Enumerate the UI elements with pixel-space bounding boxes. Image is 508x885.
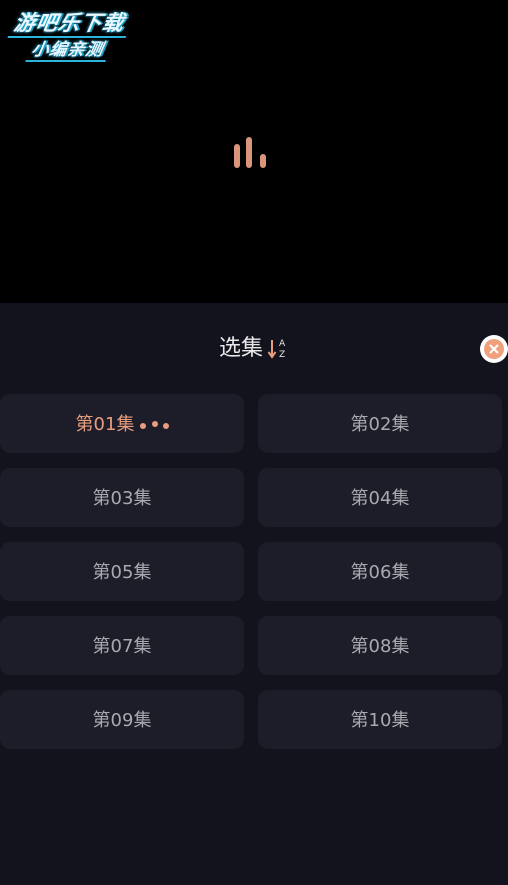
sort-az-icon[interactable]: A Z [267,336,289,362]
watermark-line1: 游吧乐下载 [7,10,131,38]
svg-text:Z: Z [279,350,285,360]
episode-label: 第04集 [350,487,410,509]
svg-text:A: A [279,339,286,349]
loading-bar [234,144,240,168]
watermark-logo: 游吧乐下载 小编亲测 [3,10,152,62]
episode-label: 第09集 [92,709,152,731]
episode-panel-header: 选集 A Z [0,329,508,369]
episode-tile-04[interactable]: 第04集 [258,468,502,527]
close-button[interactable] [480,335,508,363]
episode-panel-title: 选集 [218,336,263,361]
episode-label: 第05集 [92,561,152,583]
episode-tile-01[interactable]: 第01集 [0,394,244,453]
episode-tile-06[interactable]: 第06集 [258,542,502,601]
loading-icon [232,136,272,170]
watermark-line2: 小编亲测 [25,40,110,62]
episode-tile-10[interactable]: 第10集 [258,690,502,749]
loading-bar [260,154,266,168]
episode-tile-08[interactable]: 第08集 [258,616,502,675]
episode-tile-03[interactable]: 第03集 [0,468,244,527]
episode-tile-07[interactable]: 第07集 [0,616,244,675]
episode-label: 第08集 [350,635,410,657]
loading-bar [246,137,252,168]
episode-tile-09[interactable]: 第09集 [0,690,244,749]
video-player[interactable]: 游吧乐下载 小编亲测 [0,0,508,303]
episode-panel: 选集 A Z 第01集 第02集 第03集 第04集 第05集 第06集 第07… [0,303,508,885]
episode-tile-02[interactable]: 第02集 [258,394,502,453]
close-icon [484,339,504,359]
episode-label: 第07集 [92,635,152,657]
episode-label: 第03集 [92,487,152,509]
episode-label: 第02集 [350,413,410,435]
episode-label: 第01集 [75,413,135,435]
now-playing-icon [138,417,170,431]
episode-label: 第10集 [350,709,410,731]
episode-tile-05[interactable]: 第05集 [0,542,244,601]
episode-label: 第06集 [350,561,410,583]
